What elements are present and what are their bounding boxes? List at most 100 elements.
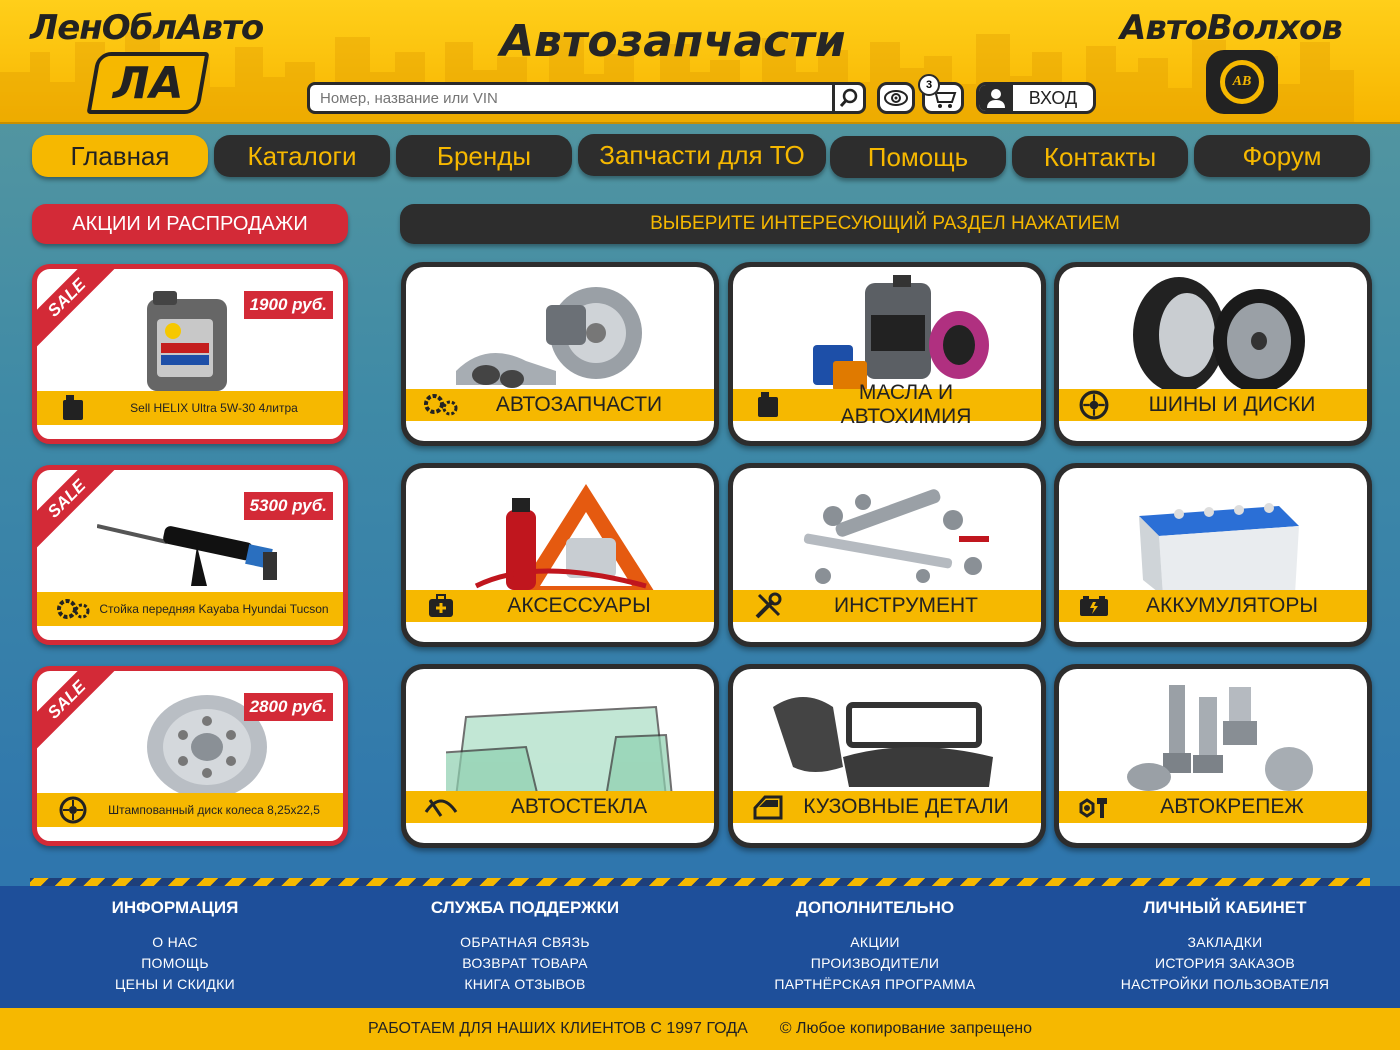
copyright-text: © Любое копирование запрещено — [779, 1020, 1033, 1037]
promo-price: 1900 руб. — [243, 291, 333, 319]
oil-can-icon — [51, 391, 95, 425]
promo-price: 5300 руб. — [243, 492, 333, 520]
section-label: ШИНЫ И ДИСКИ — [1148, 393, 1316, 416]
section-card-tires[interactable]: ШИНЫ И ДИСКИ — [1054, 262, 1372, 446]
footer-link[interactable]: ПРОИЗВОДИТЕЛИ — [725, 953, 1025, 974]
promo-card[interactable]: SALE 1900 руб. Sell HELIX Ultra 5W-30 4л… — [32, 264, 348, 444]
search-icon — [839, 88, 858, 108]
nav-item-forum[interactable]: Форум — [1194, 135, 1370, 177]
main-nav: Главная Каталоги Бренды Запчасти для ТО … — [30, 134, 1370, 178]
footer-column-title: СЛУЖБА ПОДДЕРЖКИ — [430, 898, 620, 917]
wheel-icon — [51, 793, 95, 827]
oil-can-icon — [745, 389, 791, 421]
section-label: МАСЛА И АВТОХИМИЯ — [840, 381, 972, 428]
footer-column-info: ИНФОРМАЦИЯ О НАС ПОМОЩЬ ЦЕНЫ И СКИДКИ — [25, 898, 325, 995]
bolt-nut-icon — [1071, 791, 1117, 823]
section-label-bar: АКСЕССУАРЫ — [406, 590, 714, 622]
footer-link[interactable]: ЦЕНЫ И СКИДКИ — [25, 974, 325, 995]
section-card-batteries[interactable]: АККУМУЛЯТОРЫ — [1054, 463, 1372, 647]
nav-item-help[interactable]: Помощь — [830, 136, 1006, 178]
promo-title: Sell HELIX Ultra 5W-30 4литра — [130, 401, 298, 415]
search-button[interactable] — [832, 82, 866, 114]
promo-card[interactable]: SALE 5300 руб. Стойка передняя Kayaba Hy… — [32, 465, 348, 645]
search-input[interactable] — [307, 82, 835, 114]
section-card-body-parts[interactable]: КУЗОВНЫЕ ДЕТАЛИ — [728, 664, 1046, 848]
section-card-oils[interactable]: МАСЛА И АВТОХИМИЯ — [728, 262, 1046, 446]
battery-icon — [1071, 590, 1117, 622]
site-title: Автозапчасти — [500, 16, 846, 67]
eye-icon — [884, 90, 908, 106]
since-text: РАБОТАЕМ ДЛЯ НАШИХ КЛИЕНТОВ С 1997 ГОДА — [367, 1020, 748, 1037]
promo-card[interactable]: SALE 2800 руб. Штампованный диск колеса … — [32, 666, 348, 846]
section-label-bar: АВТОКРЕПЕЖ — [1059, 791, 1367, 823]
first-aid-icon — [418, 590, 464, 622]
footer-link[interactable]: ПОМОЩЬ — [25, 953, 325, 974]
tires-image — [1133, 277, 1305, 393]
promo-price: 2800 руб. — [243, 693, 333, 721]
section-label-bar: АВТОЗАПЧАСТИ — [406, 389, 714, 421]
bottom-bar: РАБОТАЕМ ДЛЯ НАШИХ КЛИЕНТОВ С 1997 ГОДА … — [0, 1008, 1400, 1050]
wheel-icon — [1071, 389, 1117, 421]
body-parts-image — [773, 697, 993, 787]
footer-column-title: ИНФОРМАЦИЯ — [111, 898, 239, 917]
footer-link[interactable]: НАСТРОЙКИ ПОЛЬЗОВАТЕЛЯ — [1075, 974, 1375, 995]
viewed-button[interactable] — [877, 82, 915, 114]
footer-link[interactable]: КНИГА ОТЗЫВОВ — [375, 974, 675, 995]
footer-column-title: ЛИЧНЫЙ КАБИНЕТ — [1143, 898, 1307, 917]
section-card-fasteners[interactable]: АВТОКРЕПЕЖ — [1054, 664, 1372, 848]
cart-count-badge: 3 — [918, 74, 940, 96]
tools-image — [803, 489, 989, 584]
nav-item-contacts[interactable]: Контакты — [1012, 136, 1188, 178]
logo-right-text: AB — [1220, 60, 1264, 104]
section-label-bar: ИНСТРУМЕНТ — [733, 590, 1041, 622]
promo-title: Стойка передняя Kayaba Hyundai Tucson — [99, 602, 329, 616]
section-label: АВТОКРЕПЕЖ — [1160, 795, 1304, 818]
glass-image — [446, 705, 674, 797]
site-header: ЛенОблАвто ЛА Автозапчасти АвтоВолхов AB… — [0, 0, 1400, 124]
brand-right-name: АвтоВолхов — [1120, 8, 1343, 48]
hazard-stripe-divider — [30, 878, 1370, 886]
footer-link[interactable]: АКЦИИ — [725, 932, 1025, 953]
footer-column-support: СЛУЖБА ПОДДЕРЖКИ ОБРАТНАЯ СВЯЗЬ ВОЗВРАТ … — [375, 898, 675, 995]
section-heading: ВЫБЕРИТЕ ИНТЕРЕСУЮЩИЙ РАЗДЕЛ НАЖАТИЕМ — [400, 204, 1370, 244]
footer-column-account: ЛИЧНЫЙ КАБИНЕТ ЗАКЛАДКИ ИСТОРИЯ ЗАКАЗОВ … — [1075, 898, 1375, 995]
brand-left-name: ЛенОблАвто — [30, 8, 264, 48]
nav-item-brands[interactable]: Бренды — [396, 135, 572, 177]
sale-badge: SALE — [37, 671, 119, 752]
footer-link[interactable]: О НАС — [25, 932, 325, 953]
footer-link[interactable]: ВОЗВРАТ ТОВАРА — [375, 953, 675, 974]
nav-item-home[interactable]: Главная — [32, 135, 208, 177]
footer-link[interactable]: ИСТОРИЯ ЗАКАЗОВ — [1075, 953, 1375, 974]
section-label: АВТОЗАПЧАСТИ — [495, 393, 663, 416]
promo-heading: АКЦИИ И РАСПРОДАЖИ — [32, 204, 348, 244]
section-card-accessories[interactable]: АКСЕССУАРЫ — [401, 463, 719, 647]
logo-left[interactable]: ЛА — [86, 52, 210, 114]
promo-title-bar: Стойка передняя Kayaba Hyundai Tucson — [37, 592, 343, 626]
tools-icon — [745, 590, 791, 622]
logo-right[interactable]: AB — [1206, 50, 1278, 114]
gears-icon — [418, 389, 464, 421]
autoparts-image — [456, 287, 642, 388]
section-label-bar: АККУМУЛЯТОРЫ — [1059, 590, 1367, 622]
wiper-icon — [418, 791, 464, 823]
promo-title-bar: Sell HELIX Ultra 5W-30 4литра — [37, 391, 343, 425]
battery-image — [1139, 503, 1299, 596]
login-label: ВХОД — [1028, 87, 1078, 108]
section-label-bar: ШИНЫ И ДИСКИ — [1059, 389, 1367, 421]
footer-link[interactable]: ПАРТНЁРСКАЯ ПРОГРАММА — [725, 974, 1025, 995]
section-card-tools[interactable]: ИНСТРУМЕНТ — [728, 463, 1046, 647]
gears-icon — [51, 592, 95, 626]
footer-column-title: ДОПОЛНИТЕЛЬНО — [795, 898, 955, 917]
section-card-autoparts[interactable]: АВТОЗАПЧАСТИ — [401, 262, 719, 446]
section-card-glass[interactable]: АВТОСТЕКЛА — [401, 664, 719, 848]
section-label: АККУМУЛЯТОРЫ — [1146, 594, 1318, 617]
sale-badge: SALE — [37, 269, 119, 350]
footer-link[interactable]: ОБРАТНАЯ СВЯЗЬ — [375, 932, 675, 953]
login-button[interactable]: ВХОД — [976, 82, 1096, 114]
car-door-icon — [745, 791, 791, 823]
section-label-bar: АВТОСТЕКЛА — [406, 791, 714, 823]
nav-item-catalogs[interactable]: Каталоги — [214, 135, 390, 177]
footer-link[interactable]: ЗАКЛАДКИ — [1075, 932, 1375, 953]
nav-item-maintenance-parts[interactable]: Запчасти для ТО — [578, 134, 826, 176]
promo-title-bar: Штампованный диск колеса 8,25x22,5 — [37, 793, 343, 827]
